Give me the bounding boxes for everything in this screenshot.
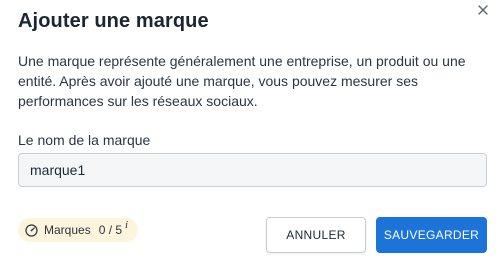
brand-usage-label: Marques <box>44 223 91 237</box>
gauge-icon <box>25 223 38 237</box>
brand-usage-badge: Marques 0 / 5 i <box>18 218 139 242</box>
save-button[interactable]: SAUVEGARDER <box>376 217 487 253</box>
brand-name-input[interactable] <box>18 153 487 187</box>
brand-usage-count: 0 / 5 <box>98 223 123 237</box>
add-brand-dialog: Ajouter une marque Une marque représente… <box>0 0 504 260</box>
dialog-title: Ajouter une marque <box>18 10 209 32</box>
close-icon[interactable] <box>476 3 490 17</box>
cancel-button[interactable]: ANNULER <box>266 217 366 253</box>
brand-name-label: Le nom de la marque <box>18 132 151 148</box>
info-icon[interactable]: i <box>125 219 128 231</box>
dialog-description: Une marque représente généralement une e… <box>18 53 466 109</box>
